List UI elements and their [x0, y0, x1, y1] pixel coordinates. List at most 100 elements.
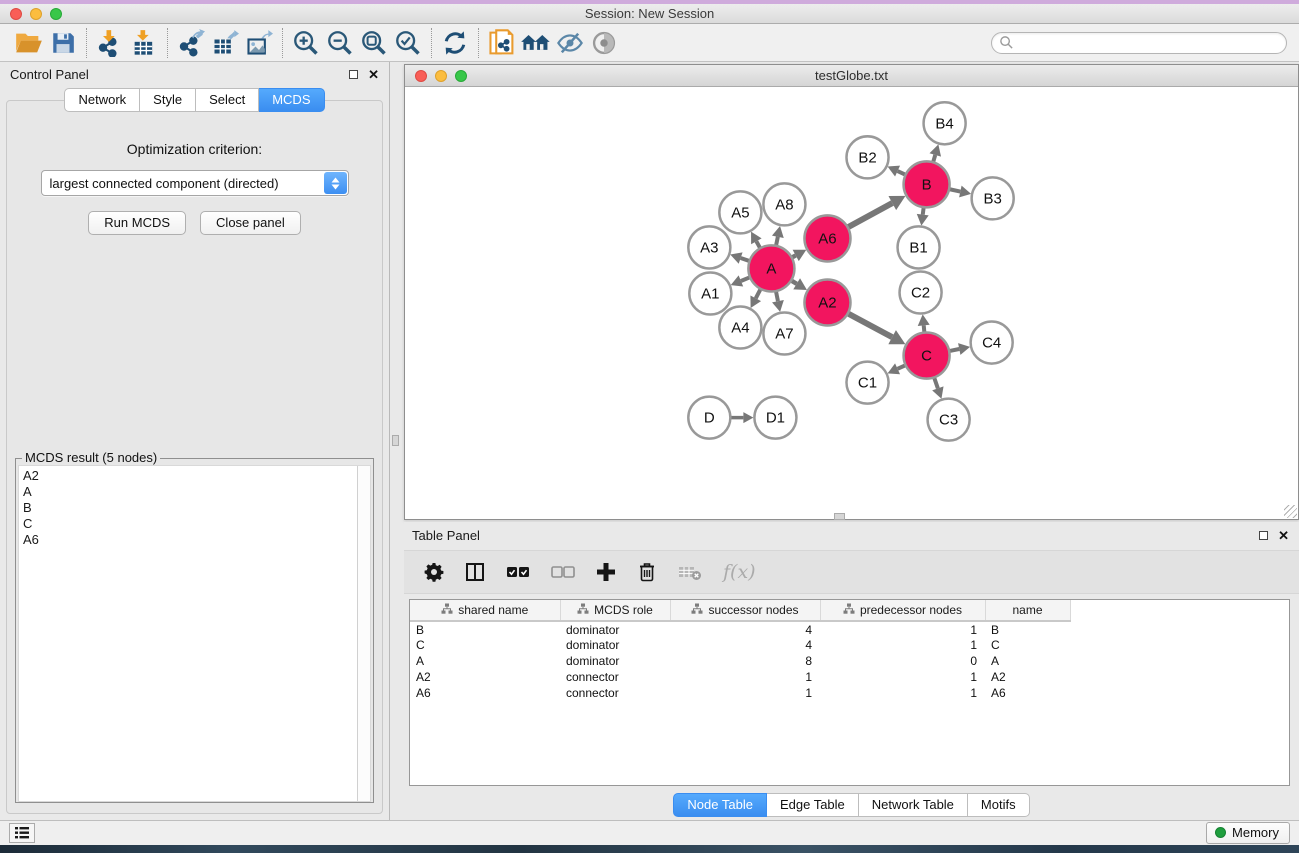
table-row[interactable]: Adominator80A	[410, 653, 1289, 669]
table-row[interactable]: A6connector11A6	[410, 685, 1289, 701]
open-session-icon[interactable]	[12, 27, 46, 59]
graph-edge[interactable]	[949, 189, 960, 191]
mcds-panel: Optimization criterion: largest connecte…	[6, 100, 383, 814]
save-session-icon[interactable]	[46, 27, 80, 59]
zoom-selected-icon[interactable]	[391, 27, 425, 59]
zoom-fit-icon[interactable]	[357, 27, 391, 59]
result-item[interactable]: A6	[23, 532, 357, 548]
tab-mcds[interactable]: MCDS	[259, 88, 324, 112]
export-table-icon[interactable]	[208, 27, 242, 59]
task-list-icon[interactable]	[9, 823, 35, 843]
table-row[interactable]: Cdominator41C	[410, 637, 1289, 653]
tab-select[interactable]: Select	[196, 88, 259, 112]
export-image-icon[interactable]	[242, 27, 276, 59]
refresh-icon[interactable]	[438, 27, 472, 59]
import-network-icon[interactable]	[93, 27, 127, 59]
graph-edge[interactable]	[776, 237, 778, 246]
panel-divider-handle[interactable]	[392, 435, 399, 446]
table-panel: Table Panel ✕	[404, 522, 1299, 820]
add-icon[interactable]	[596, 562, 616, 582]
result-item[interactable]: B	[23, 500, 357, 516]
optimization-criterion-label: Optimization criterion:	[7, 141, 382, 157]
memory-status-dot	[1215, 827, 1226, 838]
search-field[interactable]	[991, 32, 1287, 54]
deselect-all-icon[interactable]	[551, 565, 575, 579]
column-header-MCDS-role[interactable]: MCDS role	[560, 600, 670, 621]
search-input[interactable]	[1014, 34, 1286, 52]
columns-icon[interactable]	[465, 562, 485, 582]
graph-edge[interactable]	[756, 289, 761, 298]
node-label: A	[766, 260, 776, 277]
close-panel-button[interactable]: Close panel	[200, 211, 301, 235]
select-all-icon[interactable]	[506, 565, 530, 579]
mcds-result-list[interactable]: A2ABCA6	[19, 466, 357, 801]
graph-edge[interactable]	[934, 377, 938, 388]
main-toolbar	[0, 24, 1299, 62]
table-row[interactable]: Bdominator41B	[410, 621, 1289, 637]
node-label: A8	[775, 196, 793, 213]
graph-edge[interactable]	[741, 258, 750, 261]
function-icon: f(x)	[723, 561, 756, 583]
tab-style[interactable]: Style	[140, 88, 196, 112]
import-table-icon[interactable]	[127, 27, 161, 59]
tab-node-table[interactable]: Node Table	[673, 793, 767, 817]
hide-panel-icon[interactable]	[553, 27, 587, 59]
tab-network[interactable]: Network	[64, 88, 140, 112]
run-mcds-button[interactable]: Run MCDS	[88, 211, 186, 235]
node-label: D	[704, 410, 715, 427]
edge-arrowhead-icon	[918, 314, 930, 326]
result-item[interactable]: A2	[23, 468, 357, 484]
close-panel-icon[interactable]: ✕	[368, 68, 379, 81]
result-scrollbar[interactable]	[357, 466, 370, 801]
node-label: A4	[731, 320, 749, 337]
graph-edge[interactable]	[848, 313, 892, 337]
network-window-title: testGlobe.txt	[405, 68, 1298, 83]
graph-edge[interactable]	[949, 349, 959, 351]
clone-network-icon[interactable]	[485, 27, 519, 59]
node-table[interactable]: shared nameMCDS rolesuccessor nodesprede…	[409, 599, 1290, 786]
network-canvas[interactable]: AA1A2A3A4A5A6A7A8BB1B2B3B4CC1C2C3C4DD1	[405, 87, 1298, 519]
network-window-titlebar[interactable]: testGlobe.txt	[405, 65, 1298, 87]
home-icon[interactable]	[519, 27, 553, 59]
export-network-icon[interactable]	[174, 27, 208, 59]
memory-label: Memory	[1232, 825, 1279, 840]
graph-edge[interactable]	[848, 203, 893, 227]
tab-edge-table[interactable]: Edge Table	[767, 793, 859, 817]
control-panel: Control Panel ✕ NetworkStyleSelectMCDS O…	[0, 62, 390, 820]
column-header-shared-name[interactable]: shared name	[410, 600, 560, 621]
column-header-name[interactable]: name	[985, 600, 1070, 621]
node-label: B3	[983, 190, 1001, 207]
float-panel-icon[interactable]	[349, 70, 358, 79]
close-table-panel-icon[interactable]: ✕	[1278, 529, 1289, 542]
graph-edge[interactable]	[898, 365, 906, 369]
tab-network-table[interactable]: Network Table	[859, 793, 968, 817]
graph-edge[interactable]	[776, 291, 778, 301]
zoom-in-icon[interactable]	[289, 27, 323, 59]
control-panel-title: Control Panel	[10, 67, 89, 82]
gear-icon[interactable]	[424, 562, 444, 582]
mcds-result-group: MCDS result (5 nodes) A2ABCA6	[15, 458, 374, 803]
node-label: C1	[858, 375, 877, 392]
optimization-criterion-select[interactable]: largest connected component (directed)	[41, 170, 349, 196]
panel-divider-handle[interactable]	[834, 513, 845, 520]
float-table-panel-icon[interactable]	[1259, 531, 1268, 540]
node-label: B4	[935, 115, 953, 132]
graph-edge[interactable]	[898, 171, 906, 175]
resize-grip-icon[interactable]	[1284, 505, 1297, 518]
result-item[interactable]: C	[23, 516, 357, 532]
table-row[interactable]: A2connector11A2	[410, 669, 1289, 685]
memory-button[interactable]: Memory	[1206, 822, 1290, 844]
toolbar-separator	[86, 28, 87, 58]
result-item[interactable]: A	[23, 484, 357, 500]
edge-arrowhead-icon	[743, 412, 753, 423]
zoom-out-icon[interactable]	[323, 27, 357, 59]
graph-edge[interactable]	[741, 277, 750, 281]
edge-arrowhead-icon	[772, 300, 784, 312]
trash-icon[interactable]	[637, 562, 657, 582]
tab-motifs[interactable]: Motifs	[968, 793, 1030, 817]
column-header-predecessor-nodes[interactable]: predecessor nodes	[820, 600, 985, 621]
column-header-successor-nodes[interactable]: successor nodes	[670, 600, 820, 621]
node-label: B2	[858, 149, 876, 166]
status-bar: Memory	[0, 820, 1299, 845]
eye-icon[interactable]	[587, 27, 621, 59]
